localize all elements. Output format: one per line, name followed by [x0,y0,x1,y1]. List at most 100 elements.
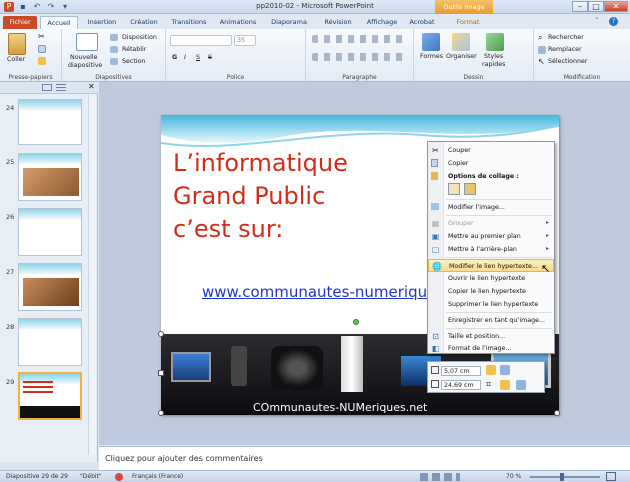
fit-slide-icon[interactable] [606,472,616,481]
minimize-button[interactable]: – [572,1,588,12]
diapositive-label[interactable]: diapositive [68,62,102,69]
menu-item-modifier-lien[interactable]: 🌐 Modifier le lien hypertexte... [428,259,554,272]
notes-pane[interactable]: Cliquez pour ajouter des commentaires [99,446,630,470]
paste-option-picture-icon[interactable] [464,183,476,195]
underline-button[interactable]: S [196,54,200,61]
tab-creation[interactable]: Création [124,16,164,29]
menu-item-ouvrir-lien[interactable]: Ouvrir le lien hypertexte [428,272,554,285]
retablir-button[interactable]: Rétablir [122,46,146,53]
send-backward-icon[interactable] [500,365,510,375]
styles-label[interactable]: Styles [484,53,503,60]
tab-fichier[interactable]: Fichier [3,16,37,29]
slides-tab-icon[interactable] [42,84,52,91]
zoom-slider[interactable] [530,476,600,478]
view-buttons-icon[interactable] [420,473,460,481]
thumb-title [23,381,53,395]
thumb-picture [23,278,79,306]
tab-accueil[interactable]: Accueil [40,16,78,29]
window-title: pp2010-02 - Microsoft PowerPoint [256,2,374,10]
remplacer-button[interactable]: Remplacer [548,46,582,53]
rapides-label[interactable]: rapides [482,61,505,68]
crop-icon[interactable]: ⌗ [486,380,496,390]
zoom-level[interactable]: 70 % [506,473,521,480]
tab-affichage[interactable]: Affichage [360,16,404,29]
width-field[interactable]: 24,69 cm [441,380,481,390]
tab-transitions[interactable]: Transitions [166,16,212,29]
menu-item-modifier-image[interactable]: Modifier l’image... [428,201,554,214]
shapes-icon[interactable] [422,33,440,51]
quick-styles-icon[interactable] [486,33,504,51]
italic-button[interactable]: I [184,54,186,61]
copy-icon[interactable] [38,45,46,53]
strike-button[interactable]: S [208,54,212,61]
nouvelle-label[interactable]: Nouvelle [70,54,98,61]
resize-handle[interactable] [158,370,164,376]
formes-button[interactable]: Formes [420,53,443,60]
rotate-handle[interactable] [353,319,359,325]
slide-thumbnail-29[interactable] [18,372,82,420]
slide-title[interactable]: L’informatique Grand Public c’est sur: [173,147,348,246]
selectionner-button[interactable]: Sélectionner [548,58,587,65]
zoom-slider-thumb[interactable] [560,473,564,481]
organiser-button[interactable]: Organiser [446,53,477,60]
close-pane-icon[interactable]: ✕ [88,82,95,91]
slides-pane-scrollbar[interactable] [88,95,96,455]
menu-label: Modifier le lien hypertexte... [449,263,538,270]
paste-option-keep-icon[interactable] [448,183,460,195]
menu-item-format-image[interactable]: ◧ Format de l’image... [428,342,554,355]
font-name-field[interactable] [170,35,232,46]
tab-insertion[interactable]: Insertion [80,16,124,29]
slide-thumbnail-25[interactable] [18,153,82,201]
tab-animations[interactable]: Animations [214,16,262,29]
picture-style-icon[interactable] [500,380,510,390]
thumb-number: 27 [6,268,15,276]
tab-diaporama[interactable]: Diaporama [264,16,314,29]
section-button[interactable]: Section [122,58,145,65]
disposition-button[interactable]: Disposition [122,34,157,41]
ribbon-collapse-icon[interactable]: ˄ [595,17,604,26]
submenu-arrow-icon: ▸ [545,245,549,252]
arrange-icon[interactable] [452,33,470,51]
format-painter-icon[interactable] [38,57,46,65]
height-field[interactable]: 5,07 cm [441,366,481,376]
window-controls: – □ ✕ [572,1,628,12]
menu-item-arriere-plan[interactable]: ▢ Mettre à l’arrière-plan ▸ [428,243,554,256]
slide-thumbnail-27[interactable] [18,263,82,311]
menu-item-couper[interactable]: ✂ Couper [428,144,554,157]
cut-icon[interactable]: ✂ [38,33,46,41]
notes-placeholder: Cliquez pour ajouter des commentaires [105,454,263,463]
outline-tab-icon[interactable] [56,84,66,91]
title-line-2: Grand Public [173,182,326,210]
picture-border-icon[interactable] [516,380,526,390]
maximize-button[interactable]: □ [588,1,604,12]
rechercher-button[interactable]: Rechercher [548,34,584,41]
spellcheck-icon[interactable] [115,473,123,481]
bold-button[interactable]: G [172,54,177,61]
menu-item-enregistrer-image[interactable]: Enregistrer en tant qu’image... [428,314,554,327]
menu-item-copier[interactable]: Copier [428,157,554,170]
slide-thumbnail-26[interactable] [18,208,82,256]
bring-forward-icon[interactable] [486,365,496,375]
resize-handle[interactable] [554,410,560,416]
align-buttons-icon[interactable] [312,53,406,61]
menu-item-supprimer-lien[interactable]: Supprimer le lien hypertexte [428,298,554,311]
new-slide-icon[interactable] [76,33,98,51]
coller-button[interactable]: Coller [7,56,25,63]
slide-thumbnail-28[interactable] [18,318,82,366]
slide-hyperlink[interactable]: www.communautes-numeriques [202,283,427,301]
language[interactable]: Français (France) [132,473,183,480]
tab-revision[interactable]: Révision [316,16,360,29]
menu-item-copier-lien[interactable]: Copier le lien hypertexte [428,285,554,298]
tab-format[interactable]: Format [448,16,488,29]
paste-icon[interactable] [8,33,26,55]
slide-thumbnail-24[interactable] [18,99,82,145]
tab-acrobat[interactable]: Acrobat [404,16,440,29]
menu-separator [446,257,552,258]
menu-item-grouper[interactable]: ▦ Grouper ▸ [428,217,554,230]
menu-item-premier-plan[interactable]: ▣ Mettre au premier plan ▸ [428,230,554,243]
help-icon[interactable]: ? [609,17,618,26]
close-button[interactable]: ✕ [604,1,628,12]
resize-handle[interactable] [158,410,164,416]
resize-handle[interactable] [158,331,164,337]
list-buttons-icon[interactable] [312,35,406,43]
